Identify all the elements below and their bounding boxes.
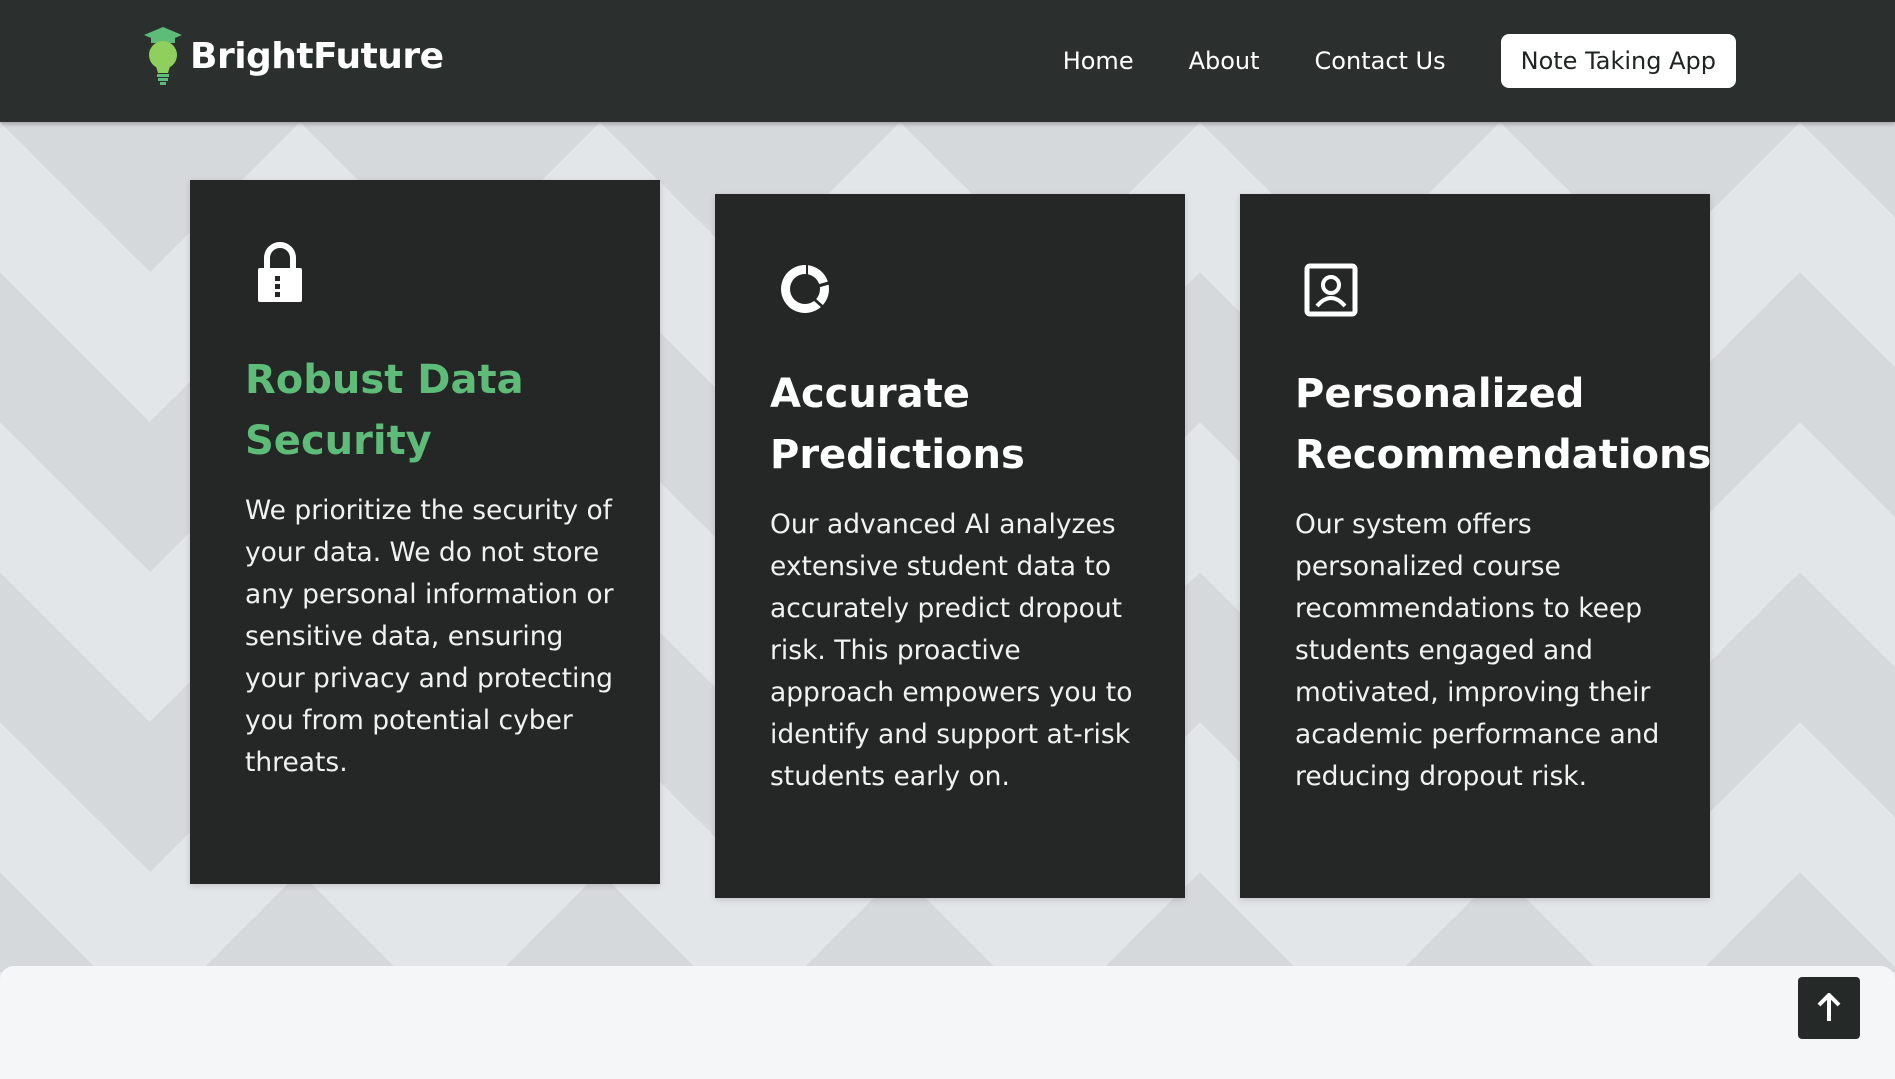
footer-panel — [0, 966, 1895, 1079]
brand-logo[interactable]: BrightFuture — [142, 26, 444, 86]
brand-name: BrightFuture — [190, 35, 444, 77]
feature-title: Accurate Predictions — [770, 371, 1025, 478]
nav-about-link[interactable]: About — [1189, 47, 1260, 75]
feature-description: We prioritize the security of your data.… — [245, 495, 614, 778]
user-profile-icon — [1304, 263, 1358, 317]
site-header: BrightFuture Home About Contact Us Note … — [0, 0, 1895, 122]
lock-icon — [258, 242, 302, 302]
feature-title: Personalized Recommendations — [1295, 371, 1712, 478]
scroll-to-top-button[interactable] — [1798, 977, 1860, 1039]
arrow-up-icon — [1817, 993, 1841, 1021]
feature-description: Our advanced AI analyzes extensive stude… — [770, 509, 1133, 792]
lightbulb-graduation-cap-icon — [144, 27, 182, 85]
note-taking-app-button[interactable]: Note Taking App — [1500, 34, 1736, 88]
feature-card-recommendations[interactable]: Personalized Recommendations Our system … — [1240, 194, 1712, 898]
donut-chart-icon — [781, 265, 831, 313]
feature-description: Our system offers personalized course re… — [1295, 509, 1660, 792]
feature-card-security[interactable]: Robust Data Security We prioritize the s… — [190, 180, 660, 884]
nav-home-link[interactable]: Home — [1063, 47, 1134, 75]
feature-card-predictions[interactable]: Accurate Predictions Our advanced AI ana… — [715, 194, 1185, 898]
feature-title: Robust Data Security — [245, 357, 524, 464]
nav-contact-link[interactable]: Contact Us — [1315, 47, 1446, 75]
main-nav: Home About Contact Us Note Taking App — [1063, 34, 1736, 88]
